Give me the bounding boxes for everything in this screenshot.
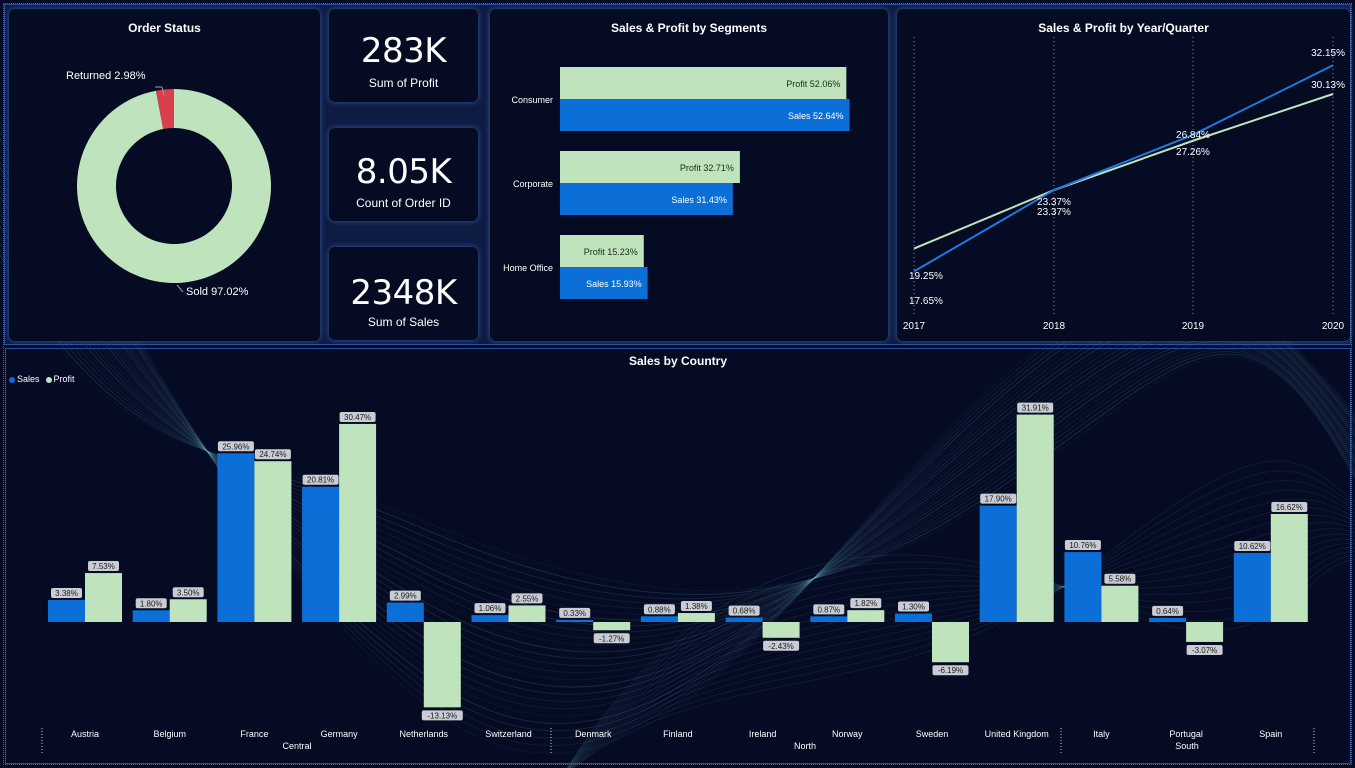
- country-tick-label: France: [240, 729, 268, 739]
- country-sales-bar[interactable]: [1233, 552, 1271, 622]
- country-profit-bar[interactable]: [762, 622, 800, 638]
- country-sales-bar-label: 0.68%: [733, 607, 756, 616]
- country-tick-label: Ireland: [749, 729, 777, 739]
- country-tick-label: Finland: [663, 729, 693, 739]
- country-sales-bar-label: 0.33%: [563, 609, 586, 618]
- country-sales-bar[interactable]: [1064, 552, 1102, 622]
- country-profit-bar[interactable]: [847, 610, 885, 622]
- country-sales-bar[interactable]: [640, 616, 678, 622]
- country-sales-bar-label: 1.06%: [479, 604, 502, 613]
- country-tick-label: Norway: [832, 729, 863, 739]
- country-profit-bar-label: 30.47%: [344, 413, 371, 422]
- country-profit-bar-label: 31.91%: [1022, 404, 1049, 413]
- country-profit-bar[interactable]: [339, 423, 377, 622]
- country-sales-bar-label: 0.64%: [1156, 607, 1179, 616]
- country-profit-bar-label: 5.58%: [1109, 575, 1132, 584]
- country-profit-bar[interactable]: [1016, 414, 1054, 622]
- country-tick-label: Italy: [1093, 729, 1110, 739]
- country-sales-bar[interactable]: [725, 617, 763, 622]
- country-tick-label: Sweden: [916, 729, 949, 739]
- country-tick-label: Austria: [71, 729, 99, 739]
- country-tick-label: Denmark: [575, 729, 612, 739]
- country-profit-bar-label: -3.07%: [1192, 646, 1217, 655]
- country-tick-label: Portugal: [1169, 729, 1203, 739]
- country-profit-bar-label: 3.50%: [177, 588, 200, 597]
- country-profit-bar-label: 16.62%: [1276, 503, 1303, 512]
- country-tick-label: Spain: [1259, 729, 1282, 739]
- country-profit-bar[interactable]: [677, 613, 715, 622]
- country-sales-bar[interactable]: [386, 602, 424, 622]
- country-sales-bar-label: 10.76%: [1069, 541, 1096, 550]
- country-profit-bar[interactable]: [1270, 513, 1308, 622]
- country-sales-bar-label: 0.87%: [817, 605, 840, 614]
- country-profit-bar-label: -13.13%: [427, 711, 457, 720]
- country-sales-bar-label: 0.88%: [648, 605, 671, 614]
- country-sales-bar[interactable]: [217, 453, 255, 622]
- country-profit-bar[interactable]: [1101, 585, 1139, 622]
- country-sales-bar[interactable]: [48, 600, 85, 622]
- country-sales-bar[interactable]: [895, 613, 932, 622]
- country-profit-bar-label: 24.74%: [259, 450, 286, 459]
- country-sales-bar[interactable]: [810, 616, 848, 622]
- country-profit-bar-label: 1.38%: [685, 602, 708, 611]
- country-profit-bar[interactable]: [932, 622, 969, 663]
- country-sales-bar-label: 20.81%: [307, 476, 334, 485]
- region-label: North: [794, 741, 816, 751]
- country-sales-bar[interactable]: [471, 615, 509, 622]
- country-profit-bar-label: -6.19%: [938, 666, 963, 675]
- country-profit-bar[interactable]: [423, 622, 461, 708]
- country-sales-bar-label: 1.80%: [140, 599, 163, 608]
- country-sales-bar[interactable]: [132, 610, 170, 622]
- country-tick-label: Netherlands: [400, 729, 449, 739]
- country-profit-bar-label: 2.55%: [516, 594, 539, 603]
- sales-by-country-chart[interactable]: 3.38% 7.53% Austria 1.80% 3.50% Belgium 25.96%…: [0, 0, 1355, 768]
- country-profit-bar[interactable]: [593, 622, 631, 631]
- country-profit-bar-label: 7.53%: [92, 562, 115, 571]
- country-profit-bar-label: -2.43%: [768, 642, 793, 651]
- country-profit-bar[interactable]: [1186, 622, 1224, 642]
- country-profit-bar[interactable]: [254, 461, 292, 622]
- country-sales-bar-label: 3.38%: [55, 589, 78, 598]
- region-label: Central: [282, 741, 311, 751]
- country-profit-bar[interactable]: [508, 605, 546, 622]
- country-profit-bar-label: -1.27%: [599, 634, 624, 643]
- country-sales-bar-label: 10.62%: [1239, 542, 1266, 551]
- country-tick-label: Switzerland: [485, 729, 532, 739]
- country-sales-bar[interactable]: [302, 486, 340, 622]
- country-tick-label: United Kingdom: [985, 729, 1049, 739]
- country-sales-bar-label: 1.30%: [902, 603, 925, 612]
- country-sales-bar-label: 17.90%: [985, 495, 1012, 504]
- country-sales-bar[interactable]: [1149, 617, 1187, 622]
- country-profit-bar[interactable]: [85, 573, 122, 622]
- country-sales-bar[interactable]: [556, 619, 594, 622]
- country-sales-bar-label: 2.99%: [394, 592, 417, 601]
- country-tick-label: Belgium: [153, 729, 186, 739]
- country-sales-bar-label: 25.96%: [222, 442, 249, 451]
- country-sales-bar[interactable]: [979, 505, 1017, 622]
- region-label: South: [1175, 741, 1199, 751]
- country-profit-bar-label: 1.82%: [854, 599, 877, 608]
- country-profit-bar[interactable]: [169, 599, 207, 622]
- country-tick-label: Germany: [321, 729, 359, 739]
